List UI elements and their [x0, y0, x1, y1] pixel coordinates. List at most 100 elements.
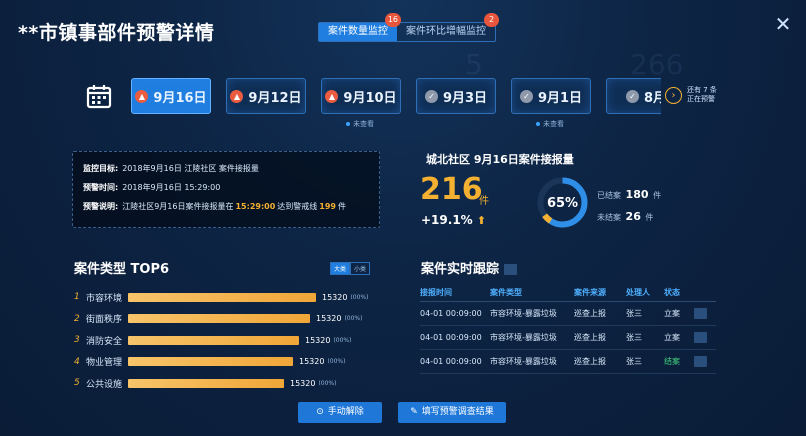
category-name: 物业管理: [86, 358, 123, 368]
category-bar: [128, 314, 310, 323]
check-icon: ✓: [625, 89, 639, 103]
date-tab-9-16[interactable]: ▲ 9月16日: [131, 78, 211, 114]
date-tab-8[interactable]: ✓ 8月: [606, 78, 661, 114]
tab-case-count-monitor[interactable]: 案件数量监控 16: [319, 13, 401, 41]
button-label: 填写预警调查结果: [421, 407, 494, 417]
growth-value: +19.1%: [421, 213, 473, 227]
info-key: 预警时间:: [83, 183, 119, 192]
category-name: 市容环境: [86, 293, 123, 304]
date-tab-9-10[interactable]: ▲ 9月10日: [321, 78, 401, 114]
category-bar: [128, 335, 299, 345]
category-bar: [128, 357, 293, 366]
bar-chart-icon[interactable]: [694, 332, 707, 343]
arrow-up-icon: ⬆: [476, 214, 487, 227]
category-percent: (00%): [327, 358, 346, 365]
top6-row: 5 公共设施 15320 (00%): [74, 375, 336, 391]
info-row-target: 监控目标: 2018年9月16日 江陵社区 案件接报量: [83, 162, 369, 175]
top6-row: 4 物业管理 15320 (00%): [74, 354, 345, 370]
cell-status: 立案: [664, 309, 680, 318]
info-key: 监控目标:: [83, 164, 119, 173]
open-value: 26: [625, 210, 641, 223]
clock-icon: ⊙: [316, 407, 324, 417]
date-tab-label: 9月3日: [442, 90, 488, 106]
tracking-table: 接报时间 案件类型 案件来源 处理人 状态 04-01 00:09:00 市容环境…: [420, 284, 716, 374]
cell-source: 巡查上报: [574, 333, 606, 342]
bar-chart-icon[interactable]: [694, 356, 707, 367]
rank-index: 2: [74, 313, 80, 324]
growth-rate: +19.1% ⬆: [421, 213, 486, 227]
check-icon: ✓: [424, 89, 438, 103]
table-row[interactable]: 04-01 00:09:00 市容环境-暴露垃圾 巡查上报 张三 立案: [420, 326, 716, 350]
date-tab-label: 9月10日: [343, 90, 397, 106]
info-row-time: 预警时间: 2018年9月16日 15:29:00: [83, 181, 369, 194]
close-icon[interactable]: ✕: [772, 13, 794, 35]
rank-index: 4: [74, 356, 80, 367]
unseen-indicator: 未查看: [346, 119, 374, 129]
toggle-large-category[interactable]: 大类: [330, 262, 351, 275]
more-alerts-link[interactable]: › 还有 7 条 正在预警: [665, 86, 717, 104]
category-percent: (00%): [350, 293, 369, 301]
col-header: 处理人: [626, 288, 650, 297]
info-desc-suffix: 件: [337, 202, 346, 211]
info-row-desc: 预警说明: 江陵社区9月16日案件接报量在 15:29:00 达到警戒线 199…: [83, 200, 369, 213]
case-count-unit: 件: [479, 196, 489, 207]
alert-info-box: 监控目标: 2018年9月16日 江陵社区 案件接报量 预警时间: 2018年9…: [72, 151, 380, 228]
pencil-icon: ✎: [410, 407, 418, 417]
bar-chart-icon[interactable]: [503, 264, 517, 275]
date-tab-9-1[interactable]: ✓ 9月1日: [511, 78, 591, 114]
table-row[interactable]: 04-01 00:09:00 市容环境-暴露垃圾 巡查上报 张三 结案: [420, 350, 716, 374]
category-name: 街面秩序: [86, 315, 123, 325]
toggle-small-category[interactable]: 小类: [350, 262, 371, 275]
tab-label: 案件环比增幅监控: [406, 26, 486, 37]
rank-index: 1: [74, 292, 80, 302]
date-tab-9-3[interactable]: ✓ 9月3日: [416, 78, 496, 114]
cell-status: 结案: [664, 357, 680, 366]
chevron-right-icon: ›: [665, 86, 682, 104]
unseen-indicator: 未查看: [536, 119, 564, 129]
closure-rate-donut: 65%: [537, 177, 588, 228]
category-value: 15320: [299, 357, 325, 366]
cell-source: 巡查上报: [574, 357, 606, 366]
date-tab-label: 9月16日: [153, 90, 207, 106]
closed-cases: 已结案 180 件: [597, 184, 661, 206]
col-header: 案件类型: [490, 288, 522, 297]
category-value: 15320: [322, 292, 348, 302]
cell-time: 04-01 00:09:00: [420, 309, 482, 318]
date-tab-9-12[interactable]: ▲ 9月12日: [226, 78, 306, 114]
tab-case-growth-monitor[interactable]: 案件环比增幅监控 2: [397, 13, 499, 41]
date-tab-label: 9月1日: [537, 90, 583, 106]
open-cases: 未结案 26 件: [597, 206, 661, 228]
category-bar: [128, 292, 316, 302]
cell-handler: 张三: [626, 333, 642, 342]
top6-row: 1 市容环境 15320 (00%): [74, 289, 368, 305]
button-label: 手动解除: [327, 407, 364, 417]
info-desc-prefix: 江陵社区9月16日案件接报量在: [122, 202, 234, 211]
info-desc-threshold: 199: [319, 202, 336, 211]
cell-source: 巡查上报: [574, 309, 606, 318]
date-tab-strip: ▲ 9月16日 ▲ 9月12日 ▲ 9月10日 ✓ 9月3日 ✓ 9月1日 ✓ …: [131, 78, 661, 116]
monitor-mode-toggle: 案件数量监控 16 案件环比增幅监控 2: [318, 13, 499, 42]
col-header: 接报时间: [420, 288, 452, 297]
cell-time: 04-01 00:09:00: [420, 333, 482, 342]
category-bar: [128, 378, 284, 388]
date-tab-label: 9月12日: [248, 90, 302, 106]
top6-row: 3 消防安全 15320 (00%): [74, 332, 351, 348]
info-value: 2018年9月16日 15:29:00: [122, 183, 221, 192]
rank-index: 5: [74, 378, 80, 388]
manual-release-button[interactable]: ⊙ 手动解除: [298, 402, 382, 423]
alarm-icon: ▲: [325, 89, 339, 103]
cell-type: 市容环境-暴露垃圾: [490, 309, 557, 318]
category-percent: (00%): [344, 315, 363, 322]
alert-detail-modal: 5 266 **市镇事部件预警详情 ✕ 案件数量监控 16 案件环比增幅监控 2…: [0, 0, 806, 436]
more-alerts-count: 还有 7 条: [687, 86, 717, 94]
cell-type: 市容环境-暴露垃圾: [490, 357, 557, 366]
table-row[interactable]: 04-01 00:09:00 市容环境-暴露垃圾 巡查上报 张三 立案: [420, 302, 716, 326]
info-desc-mid: 达到警戒线: [277, 202, 318, 211]
alarm-icon: ▲: [230, 89, 244, 103]
bar-chart-icon[interactable]: [694, 308, 707, 319]
col-header: 状态: [664, 288, 680, 297]
category-name: 公共设施: [86, 379, 123, 390]
category-percent: (00%): [333, 336, 352, 344]
fill-result-button[interactable]: ✎ 填写预警调查结果: [398, 402, 506, 423]
more-alerts-status: 正在预警: [687, 95, 715, 103]
